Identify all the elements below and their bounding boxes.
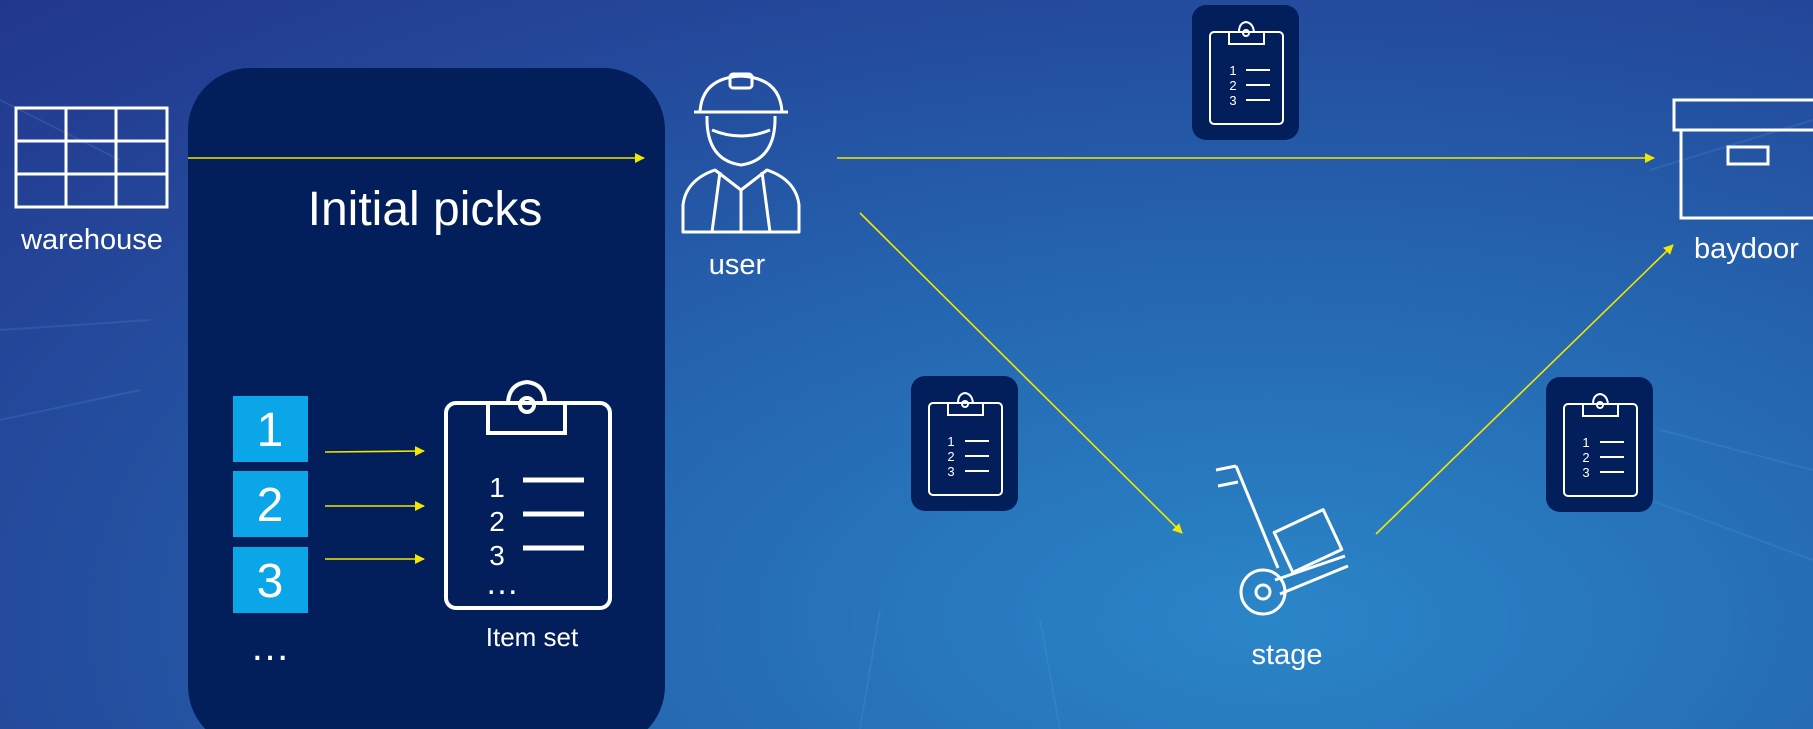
item-number-2: 2 [257, 479, 284, 532]
hand-truck-icon [1215, 464, 1349, 616]
stage-label: stage [1252, 639, 1323, 671]
box-icon [1672, 98, 1813, 220]
mini-left-number-3: 3 [947, 464, 954, 479]
item-set-ellipsis: … [485, 564, 519, 602]
worker-icon [681, 72, 801, 234]
diagram-canvas: warehouse user stage baydoor Initial pic… [0, 5, 1813, 729]
panel-title: Initial picks [308, 183, 543, 236]
items-ellipsis: … [250, 625, 290, 669]
item-set-number-2: 2 [489, 506, 505, 537]
mini-clipboard-left [911, 376, 1018, 511]
mini-left-number-2: 2 [947, 449, 954, 464]
mini-right-number-2: 2 [1582, 450, 1589, 465]
user-label: user [709, 249, 766, 281]
item-set-label: Item set [486, 622, 579, 652]
warehouse-grid-icon [14, 106, 169, 209]
mini-clipboard-right [1546, 377, 1653, 512]
item-number-3: 3 [257, 555, 284, 608]
arrow-user-to-stage [859, 212, 1183, 534]
mini-left-number-1: 1 [947, 434, 954, 449]
item-number-1: 1 [257, 404, 284, 457]
baydoor-label: baydoor [1694, 233, 1799, 265]
mini-top-number-1: 1 [1229, 63, 1236, 78]
mini-right-number-1: 1 [1582, 435, 1589, 450]
warehouse-label: warehouse [20, 224, 163, 256]
arrow-item-1-to-item-set [324, 446, 425, 457]
item-set-number-1: 1 [489, 472, 505, 503]
mini-top-number-3: 3 [1229, 93, 1236, 108]
mini-clipboard-top [1192, 5, 1299, 140]
mini-top-number-2: 2 [1229, 78, 1236, 93]
mini-right-number-3: 3 [1582, 465, 1589, 480]
